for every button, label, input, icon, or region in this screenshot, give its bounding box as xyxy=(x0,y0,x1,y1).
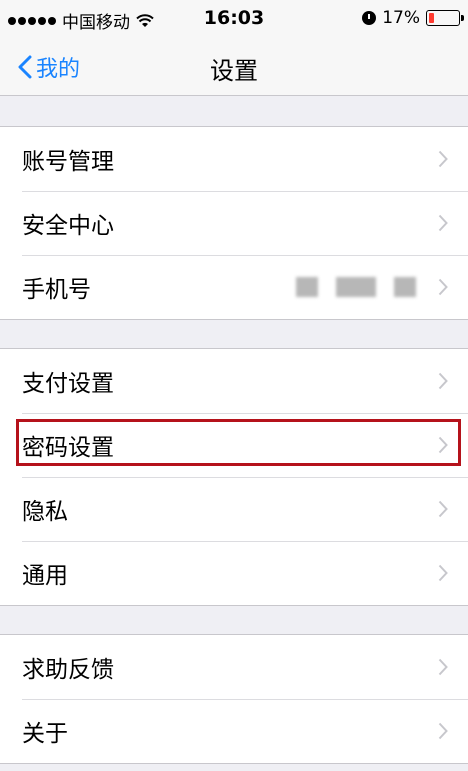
navigation-bar: 我的 设置 xyxy=(0,36,468,96)
settings-item-label: 关于 xyxy=(22,721,68,747)
battery-icon xyxy=(426,10,464,26)
settings-item-label: 隐私 xyxy=(22,499,68,525)
settings-group-account: 账号管理 安全中心 手机号 xyxy=(0,126,468,320)
settings-item-help-feedback[interactable]: 求助反馈 xyxy=(0,635,468,699)
phone-number-redacted xyxy=(296,277,416,297)
chevron-right-icon xyxy=(438,722,448,740)
chevron-right-icon xyxy=(438,564,448,582)
settings-group-support: 求助反馈 关于 xyxy=(0,634,468,764)
settings-item-phone-number[interactable]: 手机号 xyxy=(0,255,468,319)
battery-percent: 17% xyxy=(382,8,420,28)
settings-item-about[interactable]: 关于 xyxy=(0,699,468,763)
battery-fill xyxy=(429,13,434,23)
settings-item-security-center[interactable]: 安全中心 xyxy=(0,191,468,255)
settings-item-label: 支付设置 xyxy=(22,371,114,397)
settings-item-privacy[interactable]: 隐私 xyxy=(0,477,468,541)
settings-group-preferences: 支付设置 密码设置 隐私 通用 xyxy=(0,348,468,606)
settings-item-label: 密码设置 xyxy=(22,435,114,461)
chevron-right-icon xyxy=(438,372,448,390)
status-right: 17% xyxy=(362,8,464,28)
chevron-right-icon xyxy=(438,500,448,518)
alarm-icon xyxy=(362,11,377,25)
status-bar: 中国移动 16:03 17% xyxy=(0,0,468,36)
chevron-right-icon xyxy=(438,150,448,168)
chevron-right-icon xyxy=(438,436,448,454)
settings-item-account-management[interactable]: 账号管理 xyxy=(0,127,468,191)
chevron-right-icon xyxy=(438,658,448,676)
settings-item-general[interactable]: 通用 xyxy=(0,541,468,605)
chevron-right-icon xyxy=(438,278,448,296)
settings-item-label: 账号管理 xyxy=(22,149,114,175)
settings-item-label: 安全中心 xyxy=(22,213,114,239)
settings-item-payment-settings[interactable]: 支付设置 xyxy=(0,349,468,413)
settings-item-password-settings[interactable]: 密码设置 xyxy=(0,413,468,477)
settings-item-label: 通用 xyxy=(22,563,68,589)
chevron-right-icon xyxy=(438,214,448,232)
page-title: 设置 xyxy=(210,57,258,85)
settings-item-label: 手机号 xyxy=(22,277,91,303)
settings-item-label: 求助反馈 xyxy=(22,657,114,683)
